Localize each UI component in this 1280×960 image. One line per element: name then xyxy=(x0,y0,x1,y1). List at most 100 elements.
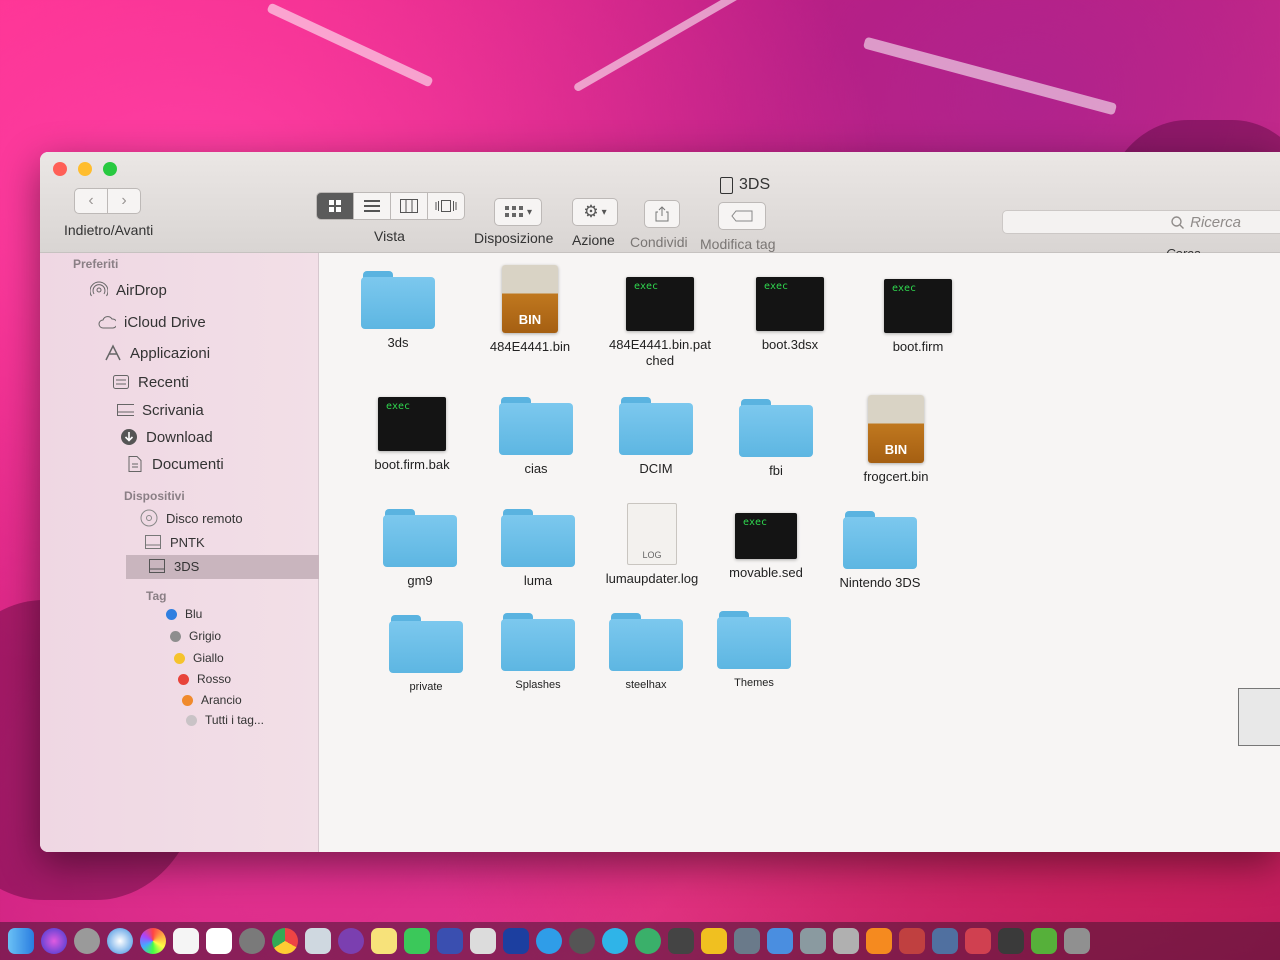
cloud-icon xyxy=(98,313,116,331)
folder-icon xyxy=(383,509,457,567)
sidebar-item-label: Applicazioni xyxy=(130,344,211,362)
sidebar-item-label: Disco remoto xyxy=(166,510,243,526)
chrome-dock-icon[interactable] xyxy=(272,928,298,954)
tag-dot-icon xyxy=(182,694,193,706)
sidebar-tag-all[interactable]: Tutti i tag... xyxy=(186,713,264,727)
preview-dock-icon[interactable] xyxy=(305,928,331,954)
file-item[interactable]: exec boot.3dsx xyxy=(725,277,855,353)
file-item[interactable]: Nintendo 3DS xyxy=(815,511,945,591)
minimize-button[interactable] xyxy=(78,162,92,176)
sidebar-item-documents[interactable]: Documenti xyxy=(126,455,224,473)
search-icon xyxy=(1171,215,1185,229)
sidebar-item-label: Giallo xyxy=(193,651,224,665)
tag-button[interactable] xyxy=(718,202,766,230)
app-dock-icon[interactable] xyxy=(701,928,727,954)
app-dock-icon[interactable] xyxy=(965,928,991,954)
calendar-dock-icon[interactable] xyxy=(206,928,232,954)
app-store-dock-icon[interactable] xyxy=(536,928,562,954)
file-item[interactable]: 3ds xyxy=(333,271,463,351)
sidebar-item-download[interactable]: Download xyxy=(120,428,213,446)
sidebar-item-pntk[interactable]: PNTK xyxy=(144,533,205,551)
file-name: boot.3dsx xyxy=(761,337,819,352)
cover-flow-button[interactable] xyxy=(428,192,465,220)
launchpad-dock-icon[interactable] xyxy=(74,928,100,954)
file-item[interactable]: exec 484E4441.bin.pat ched xyxy=(595,277,725,369)
sidebar-item-airdrop[interactable]: AirDrop xyxy=(90,281,167,299)
icon-view-button[interactable] xyxy=(316,192,354,220)
app-dock-icon[interactable] xyxy=(569,928,595,954)
chevron-down-icon: ▾ xyxy=(526,206,533,218)
sidebar-item-remote-disc[interactable]: Disco remoto xyxy=(140,509,243,527)
file-item[interactable]: luma xyxy=(473,509,603,589)
sidebar-tag-yellow[interactable]: Giallo xyxy=(174,651,224,665)
system-preferences-dock-icon[interactable] xyxy=(239,928,265,954)
file-item[interactable]: exec boot.firm.bak xyxy=(347,397,477,473)
file-name: Nintendo 3DS xyxy=(839,575,921,590)
zoom-button[interactable] xyxy=(103,162,117,176)
safari-dock-icon[interactable] xyxy=(107,928,133,954)
finder-dock-icon[interactable] xyxy=(8,928,34,954)
app-dock-icon[interactable] xyxy=(833,928,859,954)
music-dock-icon[interactable] xyxy=(173,928,199,954)
file-item[interactable]: fbi xyxy=(711,399,841,479)
view-mode-control xyxy=(316,192,465,220)
app-dock-icon[interactable] xyxy=(668,928,694,954)
vlc-dock-icon[interactable] xyxy=(866,928,892,954)
app-dock-icon[interactable] xyxy=(602,928,628,954)
list-view-button[interactable] xyxy=(354,192,391,220)
desktop-drive-icon[interactable] xyxy=(1238,688,1280,746)
recents-icon xyxy=(112,373,130,391)
app-dock-icon[interactable] xyxy=(734,928,760,954)
file-item[interactable]: cias xyxy=(471,397,601,477)
sidebar-tag-orange[interactable]: Arancio xyxy=(182,693,242,707)
column-view-icon xyxy=(400,199,418,213)
sidebar-tag-blue[interactable]: Blu xyxy=(166,607,202,621)
file-item[interactable]: private xyxy=(361,615,491,695)
app-dock-icon[interactable] xyxy=(635,928,661,954)
app-dock-icon[interactable] xyxy=(800,928,826,954)
sidebar-item-icloud[interactable]: iCloud Drive xyxy=(98,313,206,331)
sidebar-tag-gray[interactable]: Grigio xyxy=(170,629,221,643)
siri-dock-icon[interactable] xyxy=(41,928,67,954)
file-item[interactable]: BIN 484E4441.bin xyxy=(465,265,595,355)
file-item[interactable]: LOG lumaupdater.log xyxy=(587,503,717,587)
app-dock-icon[interactable] xyxy=(932,928,958,954)
sidebar-item-3ds[interactable]: 3DS xyxy=(148,557,199,575)
utorrent-dock-icon[interactable] xyxy=(1031,928,1057,954)
arrange-button[interactable]: ▾ xyxy=(494,198,542,226)
app-dock-icon[interactable] xyxy=(767,928,793,954)
sidebar-tag-red[interactable]: Rosso xyxy=(178,672,231,686)
file-item[interactable]: BIN frogcert.bin xyxy=(831,395,961,485)
forward-button[interactable]: › xyxy=(108,188,141,214)
app-dock-icon[interactable] xyxy=(998,928,1024,954)
app-dock-icon[interactable] xyxy=(503,928,529,954)
search-input[interactable]: Ricerca xyxy=(1002,210,1280,234)
tor-dock-icon[interactable] xyxy=(338,928,364,954)
file-item[interactable]: Themes xyxy=(689,611,819,691)
file-badge: LOG xyxy=(642,550,662,560)
app-dock-icon[interactable] xyxy=(1064,928,1090,954)
notes-dock-icon[interactable] xyxy=(371,928,397,954)
app-dock-icon[interactable] xyxy=(437,928,463,954)
file-item[interactable]: DCIM xyxy=(591,397,721,477)
cover-flow-icon xyxy=(435,200,457,212)
photos-dock-icon[interactable] xyxy=(140,928,166,954)
arrange-label: Disposizione xyxy=(474,230,554,246)
action-button[interactable]: ⚙ ▾ xyxy=(572,198,618,226)
share-button[interactable] xyxy=(644,200,680,228)
sidebar: Preferiti AirDrop iCloud Drive Applicazi… xyxy=(40,253,346,852)
sidebar-item-desktop[interactable]: Scrivania xyxy=(116,401,204,419)
close-button[interactable] xyxy=(53,162,67,176)
file-item[interactable]: gm9 xyxy=(355,509,485,589)
file-badge: BIN xyxy=(518,312,542,327)
column-view-button[interactable] xyxy=(391,192,428,220)
app-dock-icon[interactable] xyxy=(470,928,496,954)
app-dock-icon[interactable] xyxy=(899,928,925,954)
back-button[interactable]: ‹ xyxy=(74,188,108,214)
file-item[interactable]: exec movable.sed xyxy=(701,513,831,581)
sidebar-item-recents[interactable]: Recenti xyxy=(112,373,189,391)
file-item[interactable]: exec boot.firm xyxy=(853,279,983,355)
sidebar-item-applications[interactable]: Applicazioni xyxy=(104,344,210,362)
file-name: 3ds xyxy=(387,335,409,350)
messages-dock-icon[interactable] xyxy=(404,928,430,954)
